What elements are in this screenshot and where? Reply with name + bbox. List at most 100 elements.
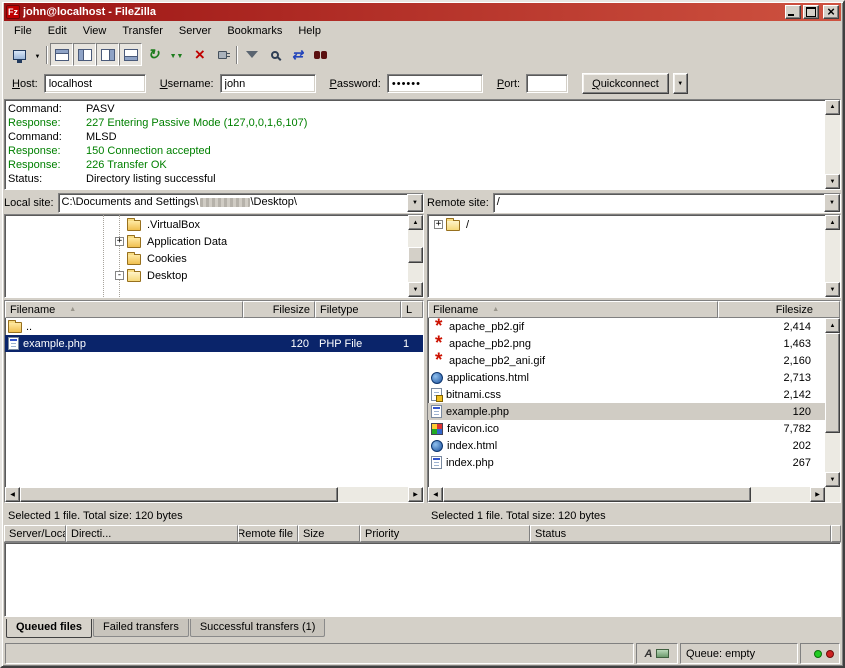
queue-column-header[interactable]: Server/Local file <box>4 525 66 542</box>
tree-expander[interactable]: + <box>115 237 124 246</box>
queue-body <box>4 542 841 617</box>
column-header-filename[interactable]: Filename▲ <box>5 301 243 318</box>
scroll-left-icon[interactable] <box>5 487 20 502</box>
menu-item[interactable]: Transfer <box>114 21 171 41</box>
column-header-filesize[interactable]: Filesize <box>243 301 315 318</box>
local-list-hscrollbar[interactable] <box>5 487 423 502</box>
tree-item[interactable]: + / <box>428 216 825 233</box>
tree-item[interactable]: .VirtualBox <box>5 216 408 233</box>
quickconnect-dropdown-button[interactable] <box>673 73 688 94</box>
file-row[interactable]: apache_pb2.gif 2,414 <box>428 318 825 335</box>
scroll-up-icon[interactable] <box>825 318 840 333</box>
toggle-remote-tree-button[interactable] <box>96 43 119 66</box>
disconnect-button[interactable] <box>211 43 234 66</box>
file-name: apache_pb2_ani.gif <box>449 355 545 367</box>
site-manager-button[interactable] <box>8 43 31 66</box>
password-input[interactable] <box>387 74 483 93</box>
column-header-filename[interactable]: Filename▲ <box>428 301 718 318</box>
remote-site-dropdown-button[interactable] <box>824 194 840 212</box>
file-row[interactable]: applications.html 2,713 <box>428 369 825 386</box>
column-header-filetype[interactable]: Filetype <box>315 301 401 318</box>
close-button[interactable] <box>823 5 839 19</box>
redacted-username <box>200 198 250 207</box>
file-row[interactable]: apache_pb2_ani.gif 2,160 <box>428 352 825 369</box>
file-row[interactable]: bitnami.css 2,142 <box>428 386 825 403</box>
scroll-down-icon[interactable] <box>825 174 840 189</box>
tree-item[interactable]: + Application Data <box>5 233 408 250</box>
queue-column-header[interactable]: Priority <box>360 525 530 542</box>
site-manager-dropdown-button[interactable] <box>31 43 44 66</box>
menu-item[interactable]: File <box>6 21 40 41</box>
queue-column-header[interactable]: Size <box>298 525 360 542</box>
queue-column-header[interactable]: Directi... <box>66 525 238 542</box>
process-queue-button[interactable] <box>165 43 188 66</box>
toggle-log-button[interactable] <box>50 43 73 66</box>
scroll-up-icon[interactable] <box>408 215 423 230</box>
file-row[interactable]: example.php 120 PHP File 1 <box>5 335 423 352</box>
tree-item[interactable]: Cookies <box>5 250 408 267</box>
filter-button[interactable] <box>240 43 263 66</box>
scroll-right-icon[interactable] <box>810 487 825 502</box>
scroll-left-icon[interactable] <box>428 487 443 502</box>
compare-button[interactable] <box>263 43 286 66</box>
scroll-down-icon[interactable] <box>825 282 840 297</box>
file-row[interactable]: apache_pb2.png 1,463 <box>428 335 825 352</box>
log-line-label: Status: <box>8 172 86 186</box>
toggle-local-tree-button[interactable] <box>73 43 96 66</box>
tab-queued-files[interactable]: Queued files <box>6 619 92 638</box>
queue-column-header[interactable] <box>831 525 841 542</box>
maximize-button[interactable] <box>803 5 819 19</box>
menu-item[interactable]: Edit <box>40 21 75 41</box>
column-header-truncated[interactable]: L <box>401 301 423 318</box>
port-input[interactable] <box>526 74 568 93</box>
scrollbar-thumb[interactable] <box>20 487 338 502</box>
tree-expander[interactable]: - <box>115 271 124 280</box>
local-site-combobox[interactable]: C:\Documents and Settings\\Desktop\ <box>58 193 424 213</box>
cancel-button[interactable] <box>188 43 211 66</box>
tab-failed-transfers[interactable]: Failed transfers <box>93 619 189 637</box>
log-line-label: Response: <box>8 116 86 130</box>
log-scrollbar[interactable] <box>825 100 840 190</box>
folder-icon <box>8 322 22 333</box>
tab-successful-transfers[interactable]: Successful transfers (1) <box>190 619 326 637</box>
scrollbar-corner <box>825 487 840 502</box>
scrollbar-thumb[interactable] <box>443 487 751 502</box>
menu-item[interactable]: Help <box>290 21 329 41</box>
scrollbar-thumb[interactable] <box>825 333 840 433</box>
local-tree-scrollbar[interactable] <box>408 215 423 297</box>
username-input[interactable] <box>220 74 316 93</box>
tree-item[interactable]: - Desktop <box>5 267 408 284</box>
menu-item[interactable]: Server <box>171 21 219 41</box>
file-row[interactable]: .. <box>5 318 423 335</box>
scroll-down-icon[interactable] <box>408 282 423 297</box>
file-row[interactable]: example.php 120 <box>428 403 825 420</box>
scroll-down-icon[interactable] <box>825 472 840 487</box>
refresh-button[interactable] <box>142 43 165 66</box>
quickconnect-button[interactable]: Quickconnect <box>582 73 669 94</box>
column-header-filesize[interactable]: Filesize <box>718 301 840 318</box>
queue-column-header[interactable]: Remote file <box>238 525 298 542</box>
queue-column-header[interactable]: Status <box>530 525 831 542</box>
remote-site-combobox[interactable]: / <box>493 193 841 213</box>
file-row[interactable]: index.php 267 <box>428 454 825 471</box>
local-file-list: Filename▲ Filesize Filetype L .. <box>4 300 424 503</box>
scroll-right-icon[interactable] <box>408 487 423 502</box>
scroll-up-icon[interactable] <box>825 215 840 230</box>
tree-expander[interactable]: + <box>434 220 443 229</box>
find-button[interactable] <box>309 43 332 66</box>
menu-item[interactable]: View <box>75 21 115 41</box>
scroll-up-icon[interactable] <box>825 100 840 115</box>
remote-list-vscrollbar[interactable] <box>825 318 840 487</box>
host-input[interactable] <box>44 74 146 93</box>
file-row[interactable]: index.html 202 <box>428 437 825 454</box>
remote-tree-scrollbar[interactable] <box>825 215 840 297</box>
sync-browsing-button[interactable] <box>286 43 309 66</box>
file-row[interactable]: favicon.ico 7,782 <box>428 420 825 437</box>
toggle-queue-button[interactable] <box>119 43 142 66</box>
remote-list-hscrollbar[interactable] <box>428 487 825 502</box>
local-site-dropdown-button[interactable] <box>407 194 423 212</box>
menu-item[interactable]: Bookmarks <box>219 21 290 41</box>
scrollbar-thumb[interactable] <box>408 247 423 263</box>
minimize-button[interactable] <box>785 5 801 19</box>
window-title: john@localhost - FileZilla <box>23 6 782 18</box>
